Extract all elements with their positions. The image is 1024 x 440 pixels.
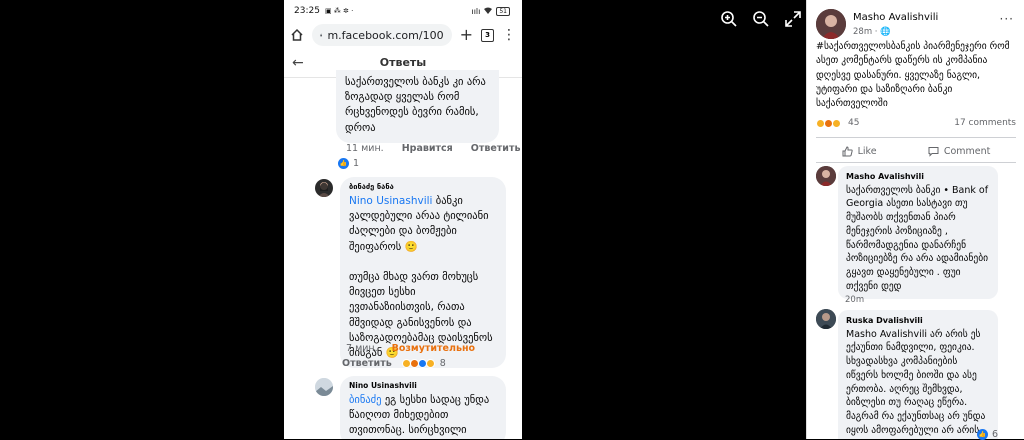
sad-reaction-icon [832, 118, 841, 128]
post-reaction-count: 45 [848, 118, 860, 128]
comment-2-reaction-label[interactable]: Возмутительно [392, 343, 475, 354]
wifi-icon [484, 7, 493, 14]
post-comments-count[interactable]: 17 comments [954, 118, 1016, 128]
like-button[interactable]: Like [842, 142, 877, 160]
status-time: 23:25 [294, 6, 320, 16]
comment-1-likes[interactable]: 👍 1 [338, 158, 359, 169]
comment-2-mention[interactable]: Nino Usinashvili [349, 195, 432, 207]
new-tab-icon[interactable]: + [460, 27, 473, 43]
like-thumb-icon: 👍 [977, 429, 988, 440]
back-arrow-icon[interactable]: ← [292, 55, 304, 71]
comment-1-like-button[interactable]: Нравится [402, 143, 453, 154]
comment-2-author[interactable]: ბინაძე ნანა [349, 182, 497, 193]
post-author[interactable]: Masho Avalishvili [853, 12, 938, 23]
status-notification-icons: ▣ ⁂ ✲ · [324, 7, 354, 15]
phone-status-bar: 23:25 ▣ ⁂ ✲ · ıılı 51 [284, 0, 522, 22]
comment-1-text: საქართველოს ბანკს კი არა ზოგადად ყველას … [345, 76, 486, 134]
signal-icon: ıılı [471, 6, 481, 16]
avatar[interactable] [816, 9, 846, 39]
like-thumb-icon: 👍 [338, 158, 349, 169]
avatar-person-icon [816, 166, 836, 186]
viewer-toolbar [720, 10, 802, 28]
address-bar[interactable]: m.facebook.com/100 [312, 24, 452, 46]
lock-icon [320, 33, 323, 37]
thumbs-up-icon [842, 145, 853, 156]
panel-comment-1: Masho Avalishvili საქართველოს ბანკი • Ba… [838, 166, 998, 299]
avatar[interactable] [816, 309, 836, 329]
comment-label: Comment [943, 145, 991, 157]
menu-kebab-icon[interactable]: ⋮ [502, 28, 516, 42]
comment-3-author[interactable]: Nino Usinashvili [349, 381, 497, 392]
like-label: Like [857, 145, 877, 157]
comment-1-reply-button[interactable]: Ответить [471, 143, 521, 154]
divider [816, 162, 1016, 163]
post-actions: Like Comment [816, 142, 1016, 160]
avatar-person-icon [816, 309, 836, 329]
photo-viewer: 23:25 ▣ ⁂ ✲ · ıılı 51 m.facebook.com/100… [0, 0, 806, 439]
post-stats: 45 17 comments [816, 118, 1016, 132]
comment-bubble-3: Nino Usinashvili ბინაძე ეგ სესხი სადაც უ… [340, 376, 506, 439]
comment-2-meta: 7 мин. Возмутительно [346, 343, 475, 354]
panel-comment-1-text: საქართველოს ბანკი • Bank of Georgia ასეთ… [846, 184, 989, 292]
post-text: #საქართველოსბანკის პიარმენეჯერი რომ ასეთ… [816, 41, 1010, 109]
comment-1-meta: 11 мин. Нравится Ответить [346, 143, 520, 154]
globe-icon: 🌐 [880, 27, 891, 37]
panel-comment-2-likes[interactable]: 👍 6 [977, 429, 998, 440]
panel-comment-2-text: Masho Avalishvili არ არის ეს ექაუნთი ნამ… [846, 328, 986, 439]
avatar[interactable] [315, 179, 333, 197]
avatar[interactable] [816, 166, 836, 186]
comment-bubble-icon [928, 146, 939, 157]
wow-reaction-icon [425, 359, 435, 368]
comment-3-mention[interactable]: ბინაძე [349, 394, 382, 406]
replies-title: Ответы [379, 56, 427, 69]
panel-comment-2-like-count: 6 [992, 429, 999, 440]
comment-2-reactions[interactable]: 8 [401, 358, 446, 369]
panel-comment-2-author[interactable]: Ruska Dvalishvili [846, 315, 990, 327]
url-text: m.facebook.com/100 [327, 28, 444, 42]
battery-icon: 51 [496, 6, 510, 16]
panel-comment-1-time: 20m [845, 295, 865, 305]
comment-1-time: 11 мин. [346, 143, 384, 154]
comment-2-reply-button[interactable]: Ответить [342, 358, 392, 369]
comment-2-time: 7 мин. [346, 343, 378, 354]
avatar-landscape-icon [315, 378, 333, 396]
phone-screenshot: 23:25 ▣ ⁂ ✲ · ıılı 51 m.facebook.com/100… [284, 0, 522, 439]
comment-2-reaction-count: 8 [439, 358, 446, 369]
comment-button[interactable]: Comment [928, 142, 991, 160]
panel-comment-2: Ruska Dvalishvili Masho Avalishvili არ ა… [838, 310, 998, 439]
comment-bubble-2: ბინაძე ნანა Nino Usinashvili ბანკი ვალდე… [340, 177, 506, 369]
avatar-person-icon [318, 182, 330, 197]
browser-toolbar: m.facebook.com/100 + 3 ⋮ [284, 22, 522, 48]
comment-1-like-count: 1 [353, 158, 360, 169]
divider [816, 137, 1016, 138]
home-icon[interactable] [290, 28, 304, 42]
post-reactions[interactable]: 45 [816, 118, 859, 128]
post-panel: Masho Avalishvili 28m · 🌐 ··· #საქართველ… [806, 0, 1024, 439]
zoom-in-icon[interactable] [720, 10, 738, 28]
post-time: 28m · 🌐 [853, 27, 891, 37]
comment-bubble-1: საქართველოს ბანკს კი არა ზოგადად ყველას … [336, 70, 499, 143]
panel-comment-2-bubble: Ruska Dvalishvili Masho Avalishvili არ ა… [838, 310, 998, 439]
panel-comment-1-bubble: Masho Avalishvili საქართველოს ბანკი • Ba… [838, 166, 998, 299]
fullscreen-icon[interactable] [784, 10, 802, 28]
zoom-out-icon[interactable] [752, 10, 770, 28]
tab-count-icon[interactable]: 3 [481, 28, 494, 42]
avatar[interactable] [315, 378, 333, 396]
avatar-person-icon [816, 9, 846, 39]
more-options-icon[interactable]: ··· [1000, 12, 1014, 26]
post-header: Masho Avalishvili 28m · 🌐 ··· [816, 9, 1016, 39]
panel-comment-1-author[interactable]: Masho Avalishvili [846, 171, 990, 183]
comment-2-actions: Ответить 8 [342, 358, 446, 369]
